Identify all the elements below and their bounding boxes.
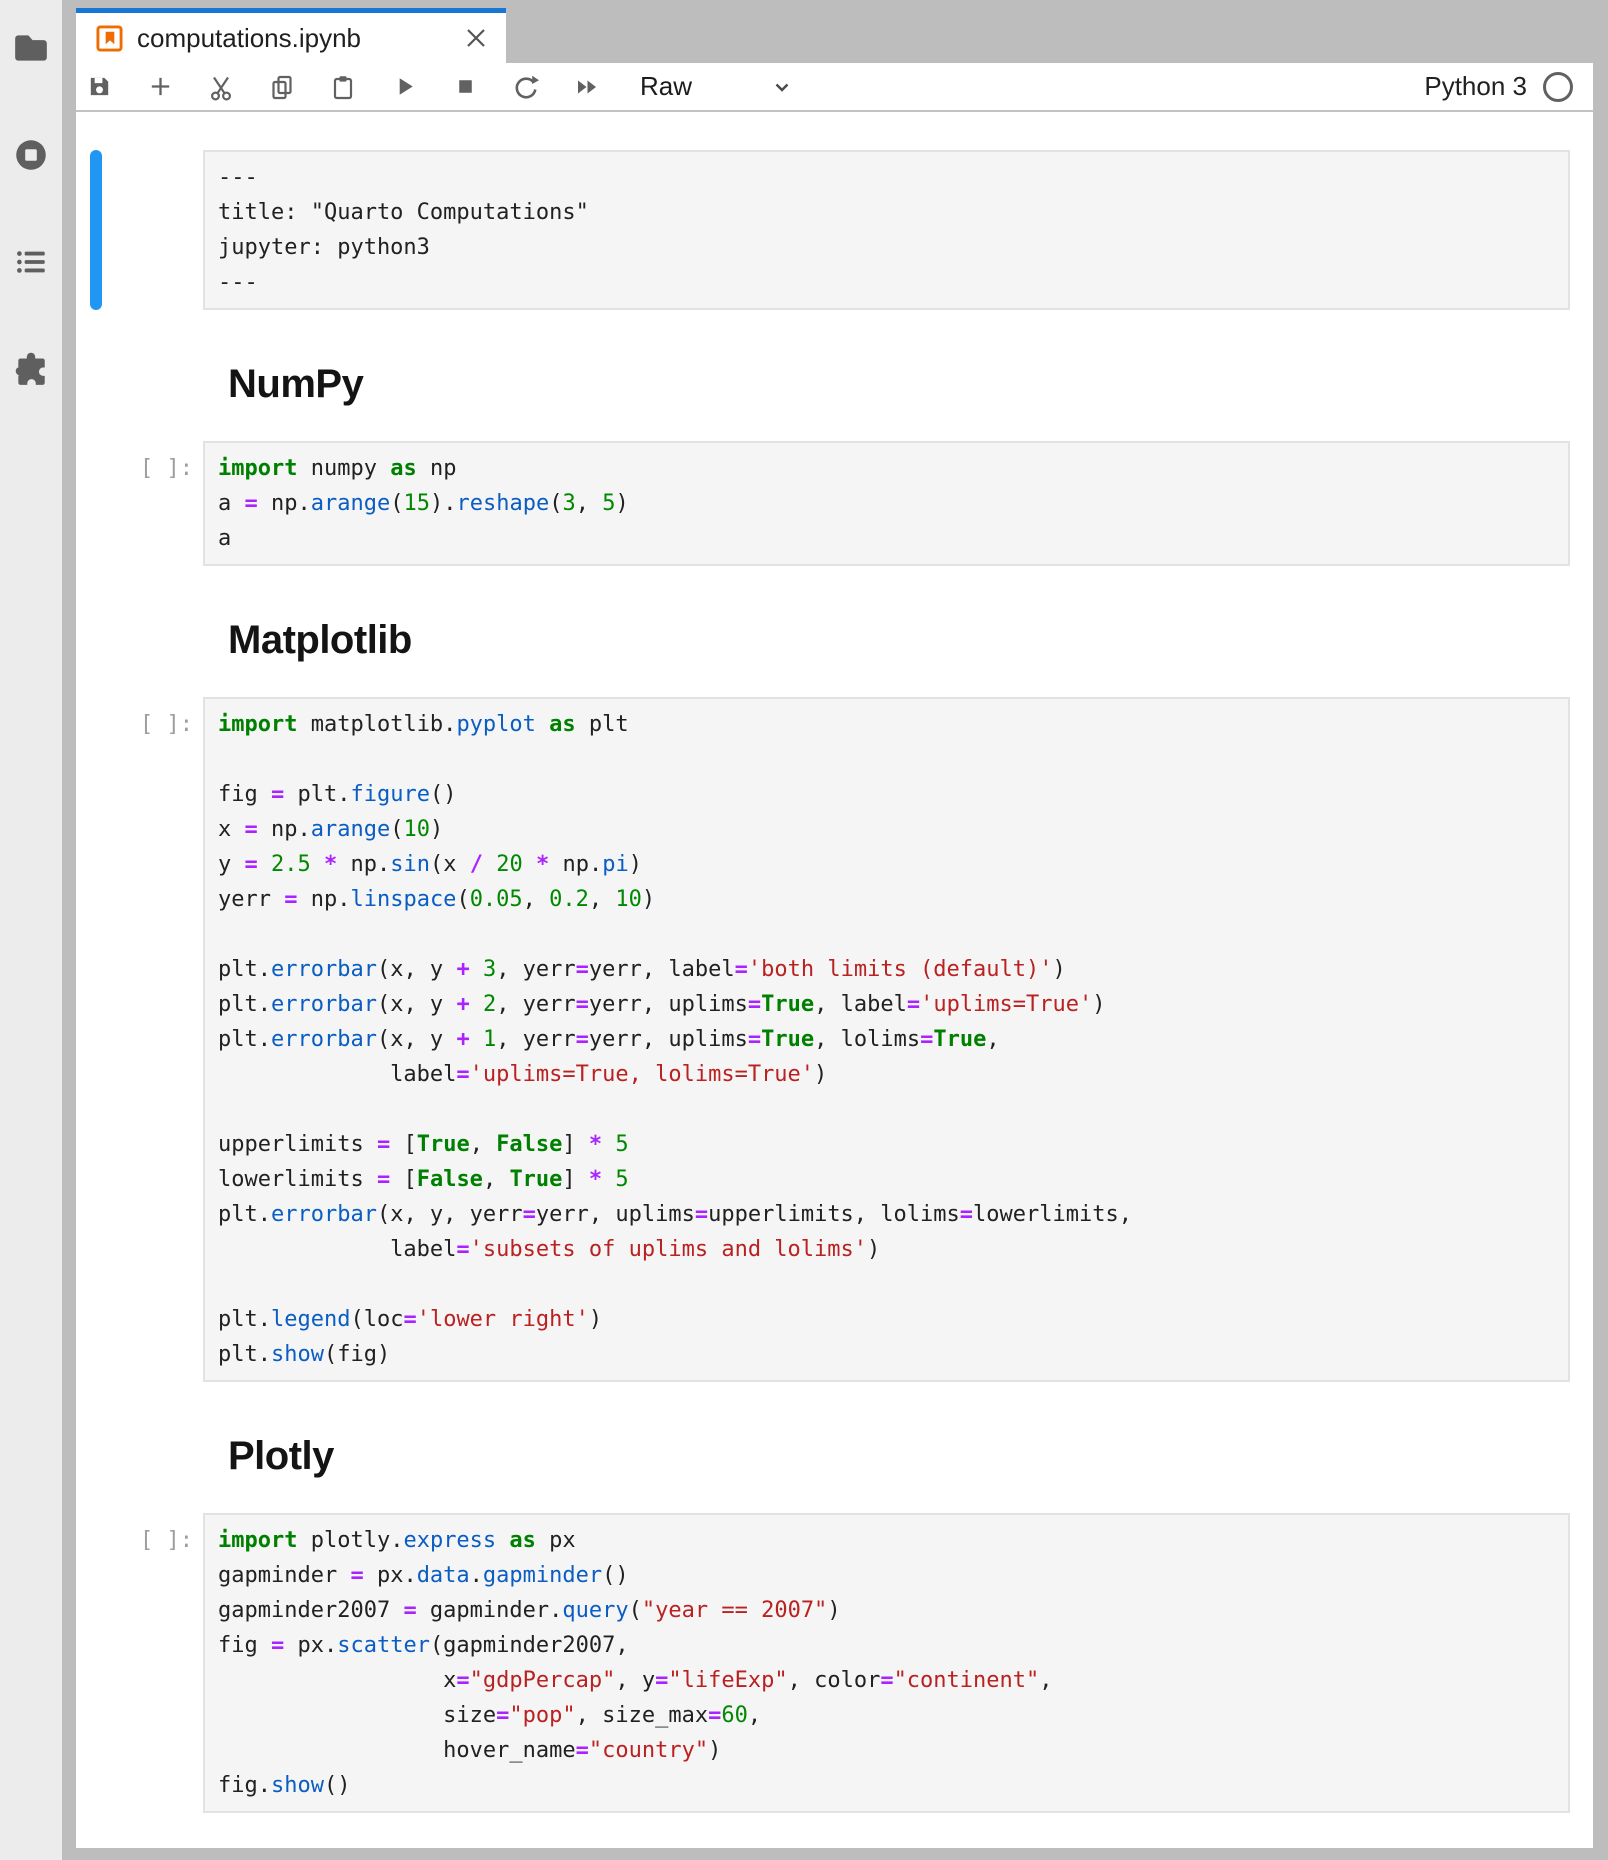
cell-prompt: [ ]:	[102, 697, 203, 1382]
sidebar-item-running-sessions[interactable]	[11, 135, 51, 175]
code-line: fig.show()	[218, 1768, 1560, 1803]
code-line: jupyter: python3	[218, 230, 1560, 265]
cell-prompt	[102, 150, 203, 310]
cell-type-selected: Raw	[640, 71, 692, 102]
chevron-down-icon	[772, 77, 792, 97]
notebook-toolbar: Raw Python 3	[76, 63, 1593, 112]
code-line: label='uplims=True, lolims=True')	[218, 1057, 1560, 1092]
sidebar-item-extensions[interactable]	[11, 348, 51, 388]
cell-collapser[interactable]	[90, 1513, 102, 1813]
code-line: plt.show(fig)	[218, 1337, 1560, 1372]
restart-kernel-button[interactable]	[512, 73, 540, 101]
fast-forward-icon	[573, 73, 601, 101]
save-button[interactable]	[85, 73, 113, 101]
main-dock-panel: computations.ipynb	[62, 0, 1608, 1860]
notebook-cells: ---title: "Quarto Computations"jupyter: …	[76, 150, 1593, 1813]
sidebar-item-table-of-contents[interactable]	[11, 242, 51, 282]
code-line: import plotly.express as px	[218, 1523, 1560, 1558]
cell-type-dropdown[interactable]: Raw	[640, 71, 792, 102]
code-line: plt.legend(loc='lower right')	[218, 1302, 1560, 1337]
save-icon	[86, 73, 113, 100]
restart-and-run-all-button[interactable]	[573, 73, 601, 101]
run-cell-button[interactable]	[390, 73, 418, 101]
clipboard-icon	[329, 73, 357, 101]
paste-cells-button[interactable]	[329, 73, 357, 101]
interrupt-kernel-button[interactable]	[451, 73, 479, 101]
cell-editor[interactable]: import matplotlib.pyplot as plt fig = plt…	[203, 697, 1570, 1382]
cell-editor[interactable]: import plotly.express as pxgapminder = p…	[203, 1513, 1570, 1813]
code-line: gapminder = px.data.gapminder()	[218, 1558, 1560, 1593]
code-line: x="gdpPercap", y="lifeExp", color="conti…	[218, 1663, 1560, 1698]
code-line: lowerlimits = [False, True] * 5	[218, 1162, 1560, 1197]
code-line: x = np.arange(10)	[218, 812, 1560, 847]
code-line: plt.errorbar(x, y + 3, yerr=yerr, label=…	[218, 952, 1560, 987]
puzzle-icon	[12, 349, 50, 387]
list-icon	[12, 243, 50, 281]
code-line: a = np.arange(15).reshape(3, 5)	[218, 486, 1560, 521]
code-line: import matplotlib.pyplot as plt	[218, 707, 1560, 742]
code-cell: [ ]: import matplotlib.pyplot as plt fig =…	[90, 697, 1570, 1382]
code-line: size="pop", size_max=60,	[218, 1698, 1560, 1733]
play-icon	[391, 73, 418, 100]
code-cell: [ ]:import numpy as npa = np.arange(15).…	[90, 441, 1570, 566]
tab-bar: computations.ipynb	[62, 0, 1608, 63]
code-line	[218, 917, 1560, 952]
document-tab[interactable]: computations.ipynb	[76, 8, 506, 63]
code-line: plt.errorbar(x, y + 2, yerr=yerr, uplims…	[218, 987, 1560, 1022]
tab-title: computations.ipynb	[137, 23, 464, 54]
code-cell: [ ]:import plotly.express as pxgapminder…	[90, 1513, 1570, 1813]
notebook-document-panel: Raw Python 3 ---title: "Quarto Computati…	[76, 63, 1593, 1848]
code-line	[218, 742, 1560, 777]
cell-prompt: [ ]:	[102, 441, 203, 566]
code-line: gapminder2007 = gapminder.query("year ==…	[218, 1593, 1560, 1628]
activity-sidebar	[0, 0, 62, 1860]
kernel-status-indicator[interactable]	[1543, 72, 1573, 102]
code-line	[218, 1092, 1560, 1127]
notebook-scroll-area[interactable]: ---title: "Quarto Computations"jupyter: …	[76, 112, 1593, 1848]
code-line: plt.errorbar(x, y, yerr=yerr, uplims=upp…	[218, 1197, 1560, 1232]
notebook-icon	[96, 25, 123, 52]
stop-circle-icon	[12, 136, 50, 174]
stop-icon	[452, 73, 479, 100]
code-line: a	[218, 521, 1560, 556]
copy-icon	[268, 73, 296, 101]
copy-cells-button[interactable]	[268, 73, 296, 101]
code-line: yerr = np.linspace(0.05, 0.2, 10)	[218, 882, 1560, 917]
cell-prompt: [ ]:	[102, 1513, 203, 1813]
refresh-icon	[512, 73, 540, 101]
raw-cell: ---title: "Quarto Computations"jupyter: …	[90, 150, 1570, 310]
code-line: fig = px.scatter(gapminder2007,	[218, 1628, 1560, 1663]
code-line	[218, 1267, 1560, 1302]
cell-editor[interactable]: import numpy as npa = np.arange(15).resh…	[203, 441, 1570, 566]
code-line: ---	[218, 160, 1560, 195]
code-line: label='subsets of uplims and lolims')	[218, 1232, 1560, 1267]
code-line: plt.errorbar(x, y + 1, yerr=yerr, uplims…	[218, 1022, 1560, 1057]
code-line: fig = plt.figure()	[218, 777, 1560, 812]
code-line: ---	[218, 265, 1560, 300]
cell-collapser[interactable]	[90, 697, 102, 1382]
code-line: y = 2.5 * np.sin(x / 20 * np.pi)	[218, 847, 1560, 882]
scissors-icon	[207, 73, 235, 101]
folder-icon	[12, 29, 50, 67]
code-line: import numpy as np	[218, 451, 1560, 486]
cell-collapser[interactable]	[90, 150, 102, 310]
code-line: title: "Quarto Computations"	[218, 195, 1560, 230]
kernel-name[interactable]: Python 3	[1424, 71, 1527, 102]
code-line: upperlimits = [True, False] * 5	[218, 1127, 1560, 1162]
cell-editor[interactable]: ---title: "Quarto Computations"jupyter: …	[203, 150, 1570, 310]
tab-close-button[interactable]	[464, 26, 488, 50]
cell-collapser[interactable]	[90, 441, 102, 566]
close-icon	[464, 26, 488, 50]
markdown-heading-cell[interactable]: Matplotlib	[228, 618, 1593, 663]
plus-icon	[147, 73, 174, 100]
cut-cells-button[interactable]	[207, 73, 235, 101]
markdown-heading-cell[interactable]: Plotly	[228, 1434, 1593, 1479]
markdown-heading-cell[interactable]: NumPy	[228, 362, 1593, 407]
code-line: hover_name="country")	[218, 1733, 1560, 1768]
insert-cell-button[interactable]	[146, 73, 174, 101]
sidebar-item-file-browser[interactable]	[11, 28, 51, 68]
